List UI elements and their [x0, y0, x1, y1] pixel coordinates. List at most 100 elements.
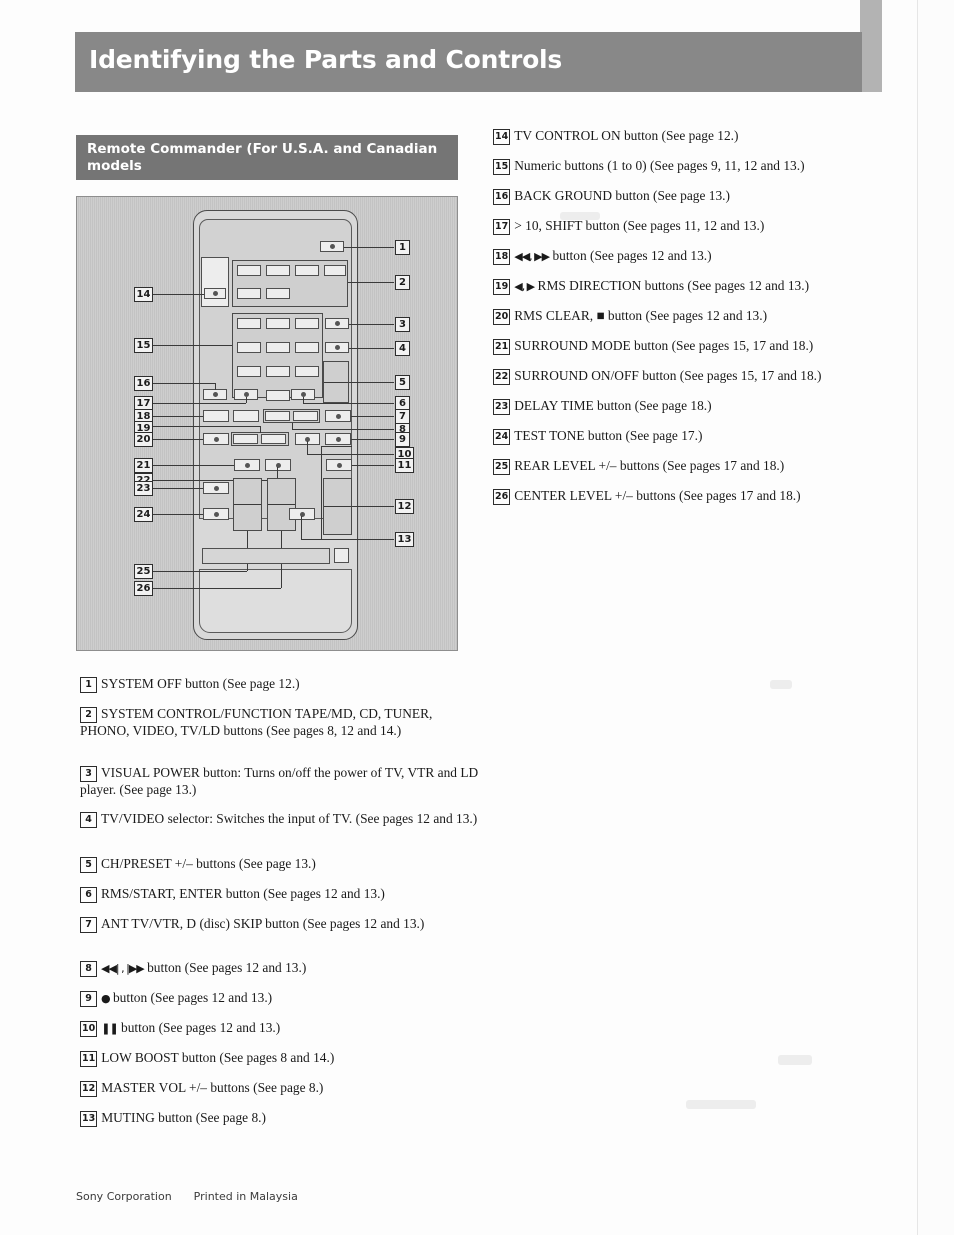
group-tv-control [201, 257, 229, 307]
leader-3 [349, 324, 394, 325]
item-number: 1 [80, 677, 97, 693]
callout-23: 23 [134, 481, 153, 496]
list-item-11: 11 LOW BOOST button (See pages 8 and 14.) [80, 1050, 480, 1067]
btn-prev-track [265, 411, 290, 421]
item-text: DELAY TIME button (See page 18.) [514, 398, 712, 413]
page-footer: Sony Corporation Printed in Malaysia [76, 1190, 298, 1203]
btn-rms-dir-left [233, 434, 258, 444]
manual-page: Identifying the Parts and Controls Remot… [0, 0, 954, 1235]
leader-13a [301, 539, 394, 540]
leader-17b [246, 397, 247, 403]
leader-23 [153, 488, 203, 489]
list-item-15: 15 Numeric buttons (1 to 0) (See pages 9,… [493, 158, 903, 175]
list-item-10: 10 ❚❚ button (See pages 12 and 13.) [80, 1020, 480, 1037]
btn-fastforward [233, 410, 259, 422]
btn-num-1 [237, 318, 261, 329]
item-number: 16 [493, 189, 511, 205]
item-text: LOW BOOST button (See pages 8 and 14.) [101, 1050, 335, 1065]
list-item-1: 1 SYSTEM OFF button (See page 12.) [80, 676, 480, 693]
leader-8b [292, 423, 293, 429]
btn-rewind [203, 410, 229, 422]
item-number: 23 [493, 399, 511, 415]
leader-17a [153, 403, 246, 404]
leader-21 [153, 465, 234, 466]
list-item-16: 16 BACK GROUND button (See page 13.) [493, 188, 893, 205]
item-text: ANT TV/VTR, D (disc) SKIP button (See pa… [101, 916, 425, 931]
remote-commander-illustration: 1 2 14 15 3 4 5 16 17 6 18 8 7 19 20 10 … [76, 196, 458, 651]
leader-14 [153, 294, 204, 295]
leader-2 [348, 282, 394, 283]
item-number: 5 [80, 857, 97, 873]
item-text: SYSTEM OFF button (See page 12.) [101, 676, 300, 691]
rewind-fastforward-icon: ◀◀, ▶▶ [514, 250, 550, 263]
callout-21: 21 [134, 458, 153, 473]
leader-7 [351, 416, 394, 417]
callout-5: 5 [395, 375, 410, 390]
leader-19a [153, 426, 260, 427]
leader-5 [349, 382, 394, 383]
callout-16: 16 [134, 376, 153, 391]
page-title-bar: Identifying the Parts and Controls [75, 32, 862, 92]
item-number: 19 [493, 279, 511, 295]
btn-visual-power [325, 318, 349, 329]
callout-1: 1 [395, 240, 410, 255]
callout-26: 26 [134, 581, 153, 596]
leader-16a [153, 383, 215, 384]
item-text: TEST TONE button (See page 17.) [514, 428, 703, 443]
item-number: 24 [493, 429, 511, 445]
list-item-8: 8 ◀◀| , |▶▶ button (See pages 12 and 13.) [80, 960, 480, 977]
callout-11: 11 [395, 458, 414, 473]
btn-rms-clear-stop [203, 433, 229, 445]
item-number: 2 [80, 707, 97, 723]
btn-low-boost [326, 459, 352, 471]
item-text: SURROUND ON/OFF button (See pages 15, 17… [514, 368, 822, 383]
btn-back-ground [203, 389, 227, 400]
item-number: 9 [80, 991, 97, 1007]
item-text: BACK GROUND button (See page 13.) [514, 188, 730, 203]
leader-11 [352, 465, 394, 466]
record-icon: ● [101, 992, 111, 1005]
item-number: 26 [493, 489, 511, 505]
callout-13: 13 [395, 532, 414, 547]
item-text: SURROUND MODE button (See pages 15, 17 a… [514, 338, 814, 353]
list-item-3: 3 VISUAL POWER button: Turns on/off the p… [80, 765, 480, 798]
leader-8a [292, 429, 394, 430]
item-text: TV CONTROL ON button (See page 12.) [514, 128, 739, 143]
list-item-7: 7 ANT TV/VTR, D (disc) SKIP button (See p… [80, 916, 460, 933]
item-number: 8 [80, 961, 97, 977]
callout-7: 7 [395, 409, 410, 424]
btn-num-2 [266, 318, 290, 329]
leader-20 [153, 439, 203, 440]
list-item-14: 14 TV CONTROL ON button (See page 12.) [493, 128, 893, 145]
remote-slider-window [202, 548, 330, 564]
btn-func-5 [237, 288, 261, 299]
list-item-17: 17 > 10, SHIFT button (See pages 11, 12 a… [493, 218, 893, 235]
btn-rms-dir-right [261, 434, 286, 444]
list-item-13: 13 MUTING button (See page 8.) [80, 1110, 480, 1127]
callout-20: 20 [134, 432, 153, 447]
item-number: 25 [493, 459, 511, 475]
btn-num-4 [237, 342, 261, 353]
item-text: CENTER LEVEL +/– buttons (See pages 17 a… [514, 488, 801, 503]
btn-func-3 [295, 265, 319, 276]
btn-num-0 [266, 390, 290, 401]
btn-num-6 [295, 342, 319, 353]
list-item-19: 19 ◀, ▶ RMS DIRECTION buttons (See pages … [493, 278, 903, 295]
item-text: RMS CLEAR, ■ button (See pages 12 and 13… [514, 308, 768, 323]
btn-num-3 [295, 318, 319, 329]
scan-gutter [918, 0, 954, 1235]
btn-test-tone [203, 508, 229, 520]
leader-9 [351, 439, 394, 440]
btn-delay-time [203, 482, 229, 494]
leader-10b [307, 441, 308, 454]
panel-divider-vertical [321, 446, 322, 540]
btn-ant-tv-vtr [325, 410, 351, 422]
item-text: REAR LEVEL +/– buttons (See pages 17 and… [514, 458, 785, 473]
callout-4: 4 [395, 341, 410, 356]
list-item-4: 4 TV/VIDEO selector: Switches the input o… [80, 811, 480, 828]
btn-next-track [293, 411, 318, 421]
remote-corner-box [334, 548, 349, 563]
callout-25: 25 [134, 564, 153, 579]
leader-16b [215, 383, 216, 390]
btn-num-8 [266, 366, 290, 377]
